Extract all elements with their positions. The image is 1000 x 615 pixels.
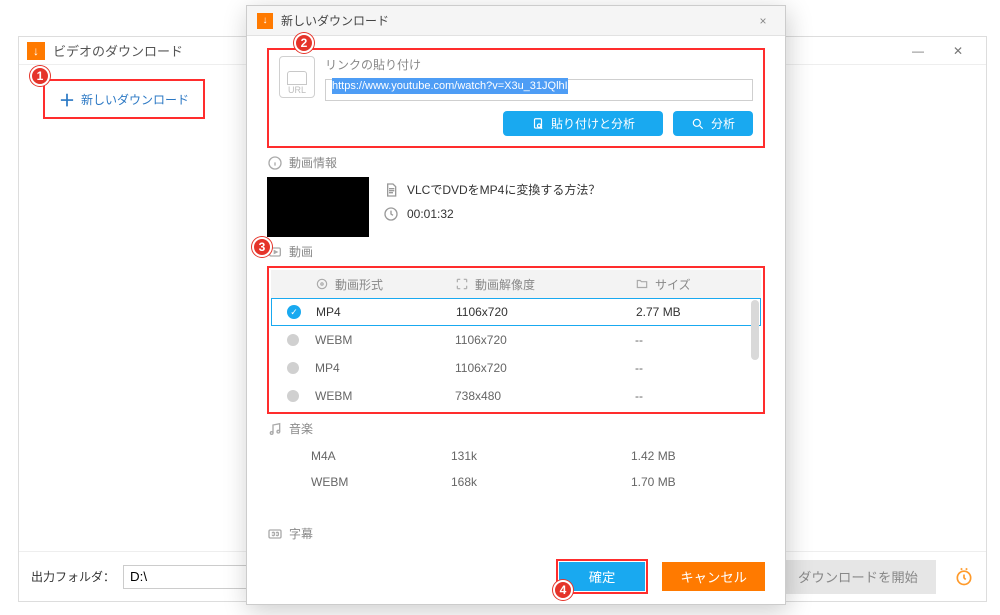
format-row[interactable]: MP4 1106x720 -- (271, 354, 761, 382)
audio-section: 音楽 M4A 131k 1.42 MB WEBM 168k 1.70 MB (267, 420, 765, 495)
cancel-button[interactable]: キャンセル (662, 562, 765, 591)
radio-unchecked-icon (287, 362, 299, 374)
folder-icon (635, 277, 649, 291)
paste-analyze-button[interactable]: 貼り付けと分析 (503, 111, 663, 136)
dialog-footer: 確定 キャンセル (247, 549, 785, 604)
start-download-button[interactable]: ダウンロードを開始 (780, 560, 936, 594)
subtitle-section-label: 字幕 (289, 525, 313, 542)
format-row[interactable]: WEBM 1106x720 -- (271, 326, 761, 354)
new-download-dialog: ↓ 新しいダウンロード × URL リンクの貼り付け https://www.y… (246, 5, 786, 605)
step-badge-1: 1 (30, 66, 50, 86)
plus-icon: ＋ (59, 87, 75, 111)
minimize-button[interactable]: — (898, 39, 938, 63)
info-section-label: 動画情報 (289, 154, 337, 171)
dialog-content: URL リンクの貼り付け https://www.youtube.com/wat… (247, 36, 785, 549)
audio-section-label: 音楽 (289, 420, 313, 437)
radio-checked-icon: ✓ (287, 305, 301, 319)
radio-unchecked-icon (287, 334, 299, 346)
video-info-section: 動画情報 VLCでDVDをMP4に変換する方法？ 00:01:32 (267, 154, 765, 237)
url-paste-label: リンクの貼り付け (325, 56, 753, 73)
close-button[interactable]: ✕ (938, 39, 978, 63)
disc-icon (315, 277, 329, 291)
video-thumbnail (267, 177, 369, 237)
step-badge-2: 2 (294, 33, 314, 53)
scrollbar[interactable] (751, 300, 759, 360)
video-section-label: 動画 (289, 243, 313, 260)
dialog-titlebar: ↓ 新しいダウンロード × (247, 6, 785, 36)
clock-icon (383, 206, 399, 222)
audio-row[interactable]: WEBM 168k 1.70 MB (267, 469, 765, 495)
dialog-close-button[interactable]: × (751, 14, 775, 28)
url-input[interactable]: https://www.youtube.com/watch?v=X3u_31JQ… (325, 79, 753, 101)
dialog-title: 新しいダウンロード (281, 12, 751, 29)
step-badge-4: 4 (553, 580, 573, 600)
app-icon: ↓ (27, 42, 45, 60)
new-download-label: 新しいダウンロード (81, 91, 189, 108)
format-row[interactable]: ✓ MP4 1106x720 2.77 MB (271, 298, 761, 326)
step-badge-3: 3 (252, 237, 272, 257)
video-title: VLCでDVDをMP4に変換する方法？ (407, 181, 600, 198)
radio-unchecked-icon (287, 390, 299, 402)
resolution-icon (455, 277, 469, 291)
app-icon-small: ↓ (257, 13, 273, 29)
analyze-button[interactable]: 分析 (673, 111, 753, 136)
video-formats-section: 動画 動画形式 動画解像度 サイズ ✓ MP4 1106x720 2.77 MB (267, 243, 765, 414)
format-row[interactable]: WEBM 738x480 -- (271, 382, 761, 410)
document-icon (383, 182, 399, 198)
subtitle-section: 字幕 元の字幕 言語 ⌄ (267, 525, 765, 549)
new-download-button[interactable]: ＋ 新しいダウンロード (43, 79, 205, 119)
url-document-icon: URL (279, 56, 315, 98)
format-table-header: 動画形式 動画解像度 サイズ (271, 270, 761, 298)
url-paste-section: URL リンクの貼り付け https://www.youtube.com/wat… (267, 48, 765, 148)
output-folder-label: 出力フォルダ： (31, 568, 115, 585)
video-duration: 00:01:32 (407, 207, 454, 221)
audio-row[interactable]: M4A 131k 1.42 MB (267, 443, 765, 469)
music-icon (267, 421, 283, 437)
cc-icon (267, 526, 283, 542)
main-title: ビデオのダウンロード (53, 41, 183, 60)
schedule-icon[interactable] (954, 567, 974, 587)
